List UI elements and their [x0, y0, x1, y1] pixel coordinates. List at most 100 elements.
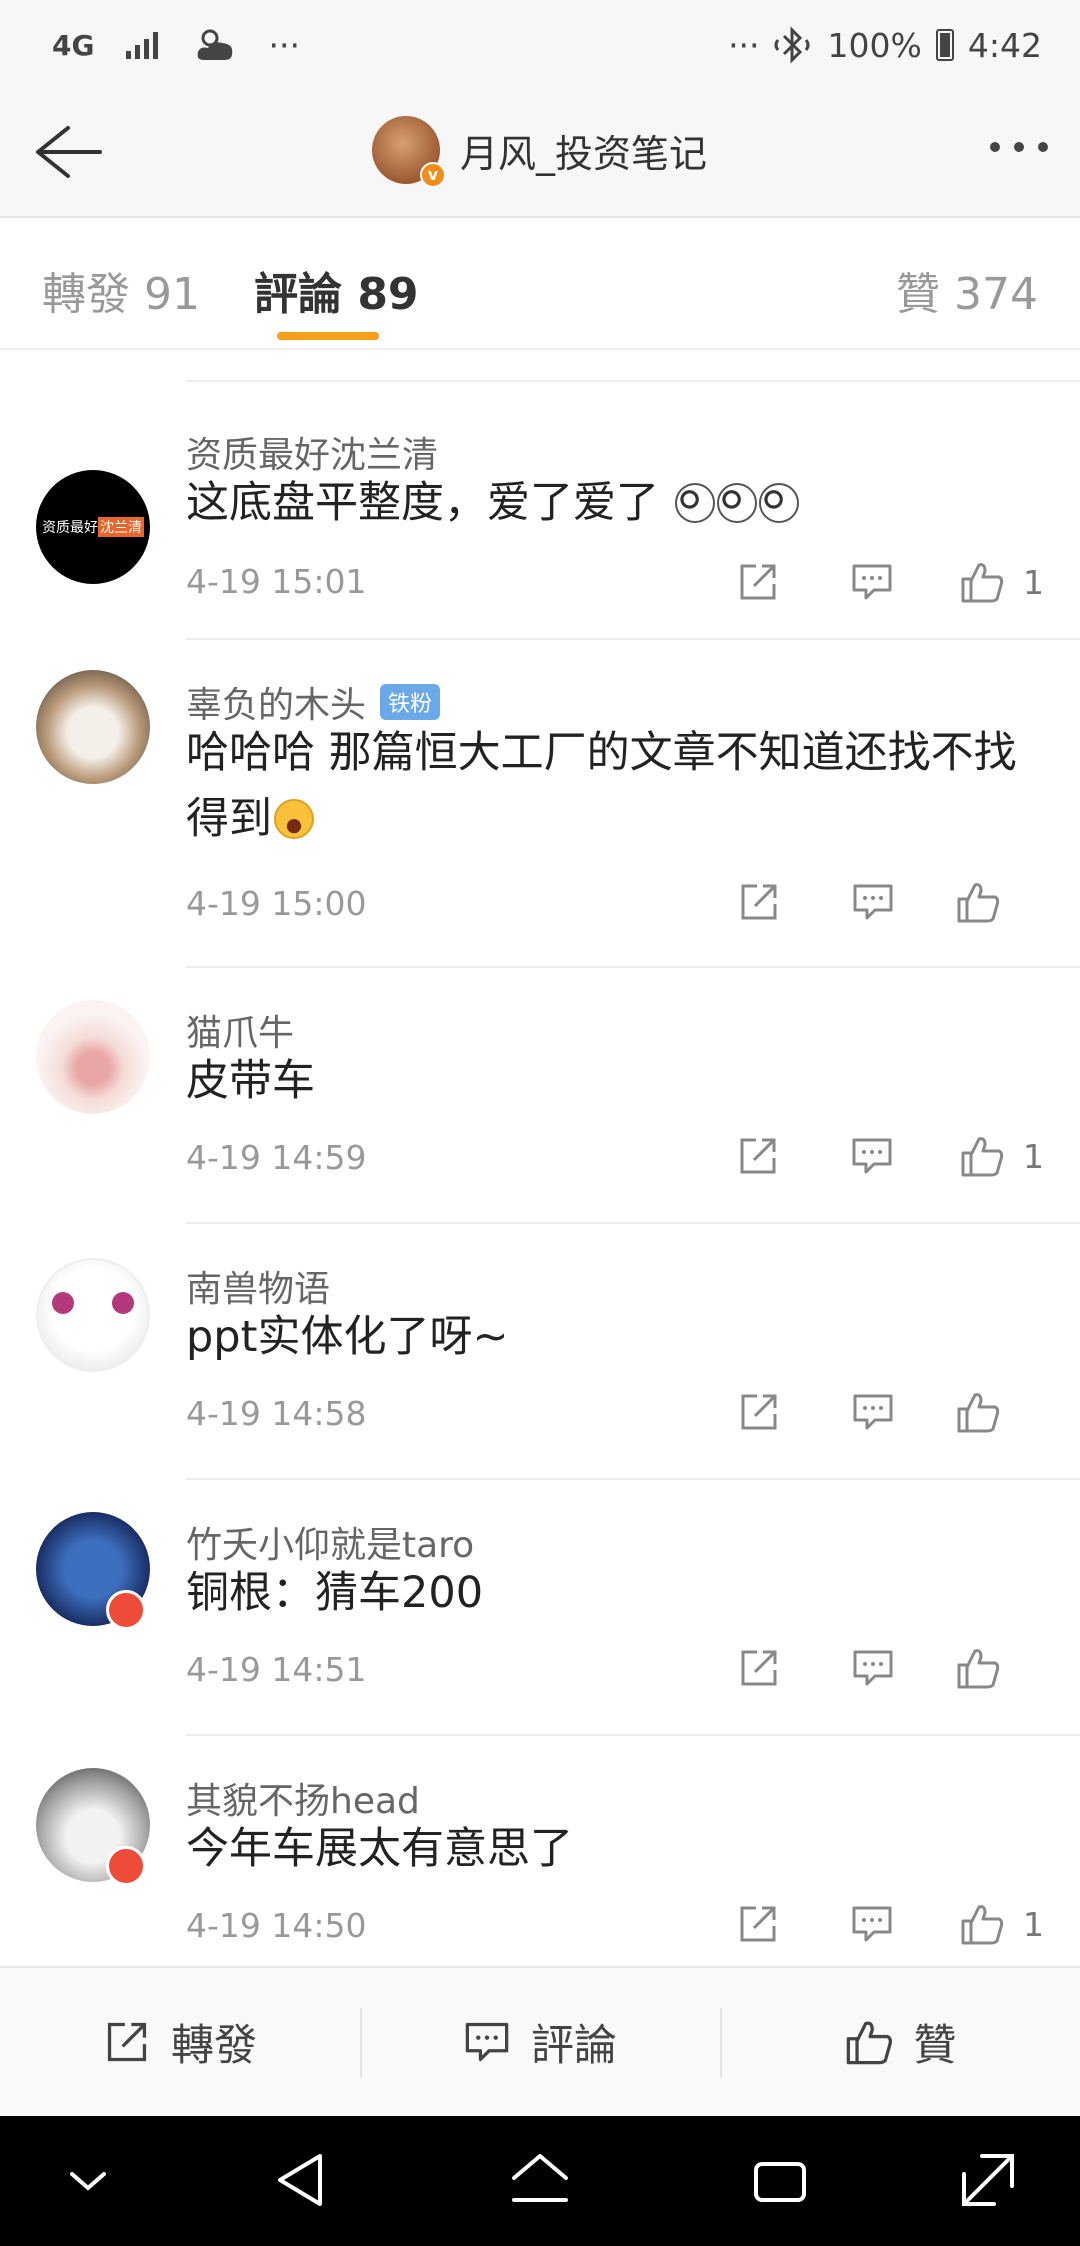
like-action-button[interactable]: 贊: [720, 1968, 1080, 2116]
like-count: 1: [1023, 562, 1044, 602]
share-out-icon: [741, 1394, 777, 1430]
comment-button[interactable]: [816, 1638, 930, 1698]
battery-icon: [935, 29, 954, 61]
like-button[interactable]: [930, 1638, 1044, 1698]
nav-expand-icon[interactable]: [958, 2150, 1018, 2210]
comment-text: 这底盘平整度，爱了爱了: [186, 470, 1046, 536]
bottom-action-bar: 轉發 評論 贊: [0, 1966, 1080, 2116]
comment-text: 哈哈哈 那篇恒大工厂的文章不知道还找不找得到: [186, 728, 1017, 844]
emoji-icon: [716, 483, 757, 523]
laughing-emoji-icon: [274, 799, 314, 839]
comment-item: 辜负的木头 铁粉 哈哈哈 那篇恒大工厂的文章不知道还找不找得到 4-19 15:0…: [0, 640, 1080, 968]
comment-button[interactable]: [816, 1382, 930, 1442]
comment-time: 4-19 14:59: [186, 1138, 367, 1177]
comment-time: 4-19 14:50: [186, 1906, 367, 1945]
repost-label: 轉發: [171, 2021, 257, 2071]
thumbs-up-icon: [961, 563, 1004, 603]
comment-text: 今年车展太有意思了: [186, 1824, 573, 1874]
header-account[interactable]: v 月风_投资笔记: [372, 116, 708, 188]
repost-button[interactable]: [701, 1894, 815, 1954]
comment-bubble-icon: [853, 884, 893, 920]
nav-back-icon[interactable]: [272, 2150, 328, 2210]
thumbs-up-icon: [961, 1905, 1004, 1945]
comment-text: 铜根：猜车200: [186, 1568, 484, 1618]
more-dots-icon[interactable]: [990, 142, 1048, 152]
emoji-icon: [674, 483, 715, 523]
like-count: 1: [1023, 1136, 1044, 1176]
comment-label: 評論: [531, 2021, 617, 2071]
like-button[interactable]: 1: [929, 1126, 1044, 1186]
verified-star-badge: [106, 1590, 146, 1630]
comment-text: ppt实体化了呀~: [186, 1312, 509, 1362]
repost-button[interactable]: [702, 1382, 816, 1442]
comment-item: 猫爪牛 皮带车 4-19 14:59 1: [0, 968, 1080, 1224]
comment-list[interactable]: 资质最好 沈兰清 资质最好沈兰清 这底盘平整度，爱了爱了 4-19 15:01 1…: [0, 352, 1080, 1966]
comment-item: 南兽物语 ppt实体化了呀~ 4-19 14:58: [0, 1224, 1080, 1480]
comment-actions: 1: [701, 1894, 1044, 1954]
chevron-down-icon[interactable]: [64, 2166, 112, 2196]
nav-recents-icon[interactable]: [750, 2150, 810, 2210]
tab-bar: 轉發 91 評論 89 贊 374: [0, 218, 1080, 350]
comment-time: 4-19 15:01: [186, 562, 367, 601]
repost-button[interactable]: [702, 872, 816, 932]
share-out-icon: [741, 884, 777, 920]
comment-bubble-icon: [853, 1650, 893, 1686]
nav-home-icon[interactable]: [508, 2150, 572, 2210]
emoji-icon: [758, 483, 799, 523]
comment-item: 其貌不扬head 今年车展太有意思了 4-19 14:50 1: [0, 1736, 1080, 1966]
tab-likes[interactable]: 贊 374: [896, 258, 1038, 322]
fan-badge: 铁粉: [380, 684, 441, 720]
repost-button[interactable]: [701, 552, 815, 612]
comment-button[interactable]: [815, 1126, 929, 1186]
avatar[interactable]: 资质最好 沈兰清: [36, 470, 150, 584]
weather-cloud-icon: [198, 29, 233, 60]
status-dots-right: ···: [728, 25, 760, 65]
repost-action-button[interactable]: 轉發: [0, 1968, 360, 2116]
repost-button[interactable]: [702, 1638, 816, 1698]
back-arrow-icon[interactable]: [28, 120, 104, 184]
comment-item: 竹夭小仰就是taro 铜根：猜车200 4-19 14:51: [0, 1480, 1080, 1736]
avatar[interactable]: [36, 670, 150, 784]
tab-reposts[interactable]: 轉發 91: [42, 258, 200, 322]
tab-comments[interactable]: 評論 89: [254, 258, 419, 322]
clock: 4:42: [967, 25, 1042, 65]
like-count: 1: [1023, 1904, 1044, 1944]
thumbs-up-icon: [957, 1393, 1000, 1433]
comment-time: 4-19 15:00: [186, 884, 367, 923]
comment-bubble-icon: [853, 1394, 893, 1430]
like-button[interactable]: [930, 1382, 1044, 1442]
top-header: v 月风_投资笔记: [0, 90, 1080, 218]
comment-button[interactable]: [816, 872, 930, 932]
share-out-icon: [107, 2022, 147, 2062]
comment-button[interactable]: [815, 1894, 929, 1954]
comment-actions: 1: [701, 552, 1044, 612]
page-title: 月风_投资笔记: [460, 131, 708, 176]
repost-button[interactable]: [701, 1126, 815, 1186]
avatar[interactable]: [36, 1258, 150, 1372]
thumbs-up-icon: [961, 1137, 1004, 1177]
like-button[interactable]: [930, 872, 1044, 932]
comment-time: 4-19 14:51: [186, 1650, 367, 1689]
share-out-icon: [740, 564, 776, 600]
like-button[interactable]: 1: [929, 552, 1044, 612]
thumbs-up-icon: [957, 1649, 1000, 1689]
comment-action-button[interactable]: 評論: [360, 1968, 720, 2116]
comment-actions: 1: [701, 1126, 1044, 1186]
comment-bubble-icon: [465, 2022, 509, 2062]
avatar[interactable]: v: [372, 116, 446, 188]
comment-bubble-icon: [852, 1138, 892, 1174]
divider: [186, 380, 1080, 382]
signal-icon: [126, 32, 159, 59]
comment-button[interactable]: [815, 552, 929, 612]
battery-percent: 100%: [827, 25, 922, 65]
tab-active-indicator: [277, 332, 379, 340]
comment-actions: [702, 1638, 1044, 1698]
comment-time: 4-19 14:58: [186, 1394, 367, 1433]
avatar[interactable]: [36, 1000, 150, 1114]
thumbs-up-icon: [957, 883, 1000, 923]
status-bar: 4G ··· ··· 100% 4:42: [0, 0, 1080, 90]
like-button[interactable]: 1: [929, 1894, 1044, 1954]
verified-badge: v: [420, 162, 446, 188]
bluetooth-icon: [774, 26, 810, 64]
comment-bubble-icon: [852, 1906, 892, 1942]
